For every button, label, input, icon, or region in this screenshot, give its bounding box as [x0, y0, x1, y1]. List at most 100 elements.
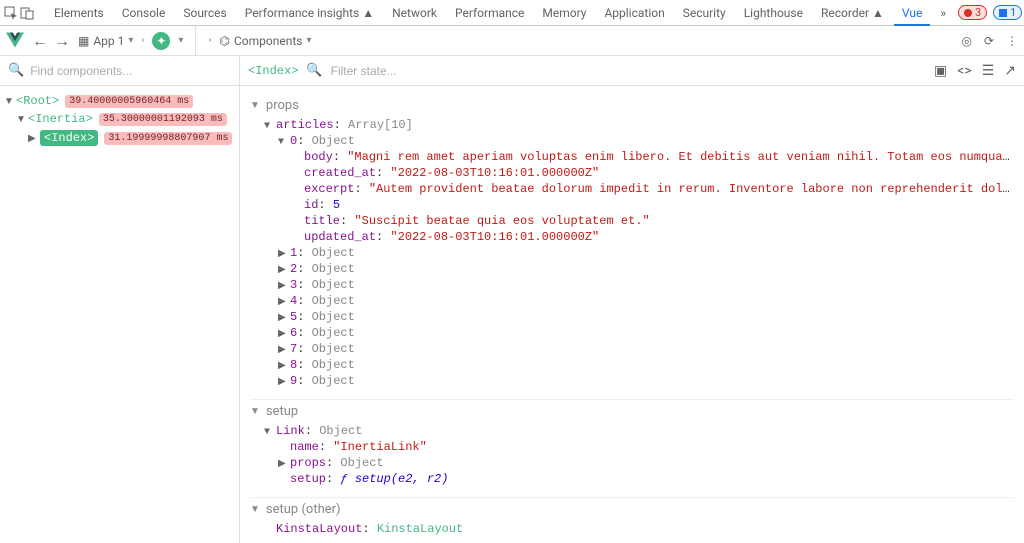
array-item[interactable]: ▶8: Object — [250, 357, 1014, 373]
scroll-to-icon[interactable]: ▣ — [934, 63, 947, 79]
array-item[interactable]: ▶4: Object — [250, 293, 1014, 309]
setup-body: ▼Link: Object name: "InertiaLink" ▶props… — [250, 423, 1014, 487]
array-item[interactable]: ▶2: Object — [250, 261, 1014, 277]
prop-articles[interactable]: ▼articles: Array[10] — [250, 117, 1014, 133]
field-props[interactable]: ▶props: Object — [250, 455, 1014, 471]
device-icon[interactable] — [20, 5, 34, 21]
field-setup[interactable]: setup: ƒ setup(e2, r2) — [250, 471, 1014, 487]
section-label: props — [266, 98, 299, 113]
section-label: setup — [266, 404, 298, 419]
section-setup[interactable]: ▼ setup — [250, 399, 1014, 423]
code-icon[interactable]: <> — [957, 63, 971, 79]
forward-icon[interactable]: → — [54, 31, 70, 51]
field-created-at[interactable]: created_at: "2022-08-03T10:16:01.000000Z… — [250, 165, 1014, 181]
expand-arrow-icon[interactable]: ▼ — [4, 96, 14, 107]
inspector-compass-icon[interactable]: ✦ — [152, 32, 170, 50]
back-icon[interactable]: ← — [32, 31, 48, 51]
breadcrumb-sep: › — [208, 35, 211, 46]
field-excerpt[interactable]: excerpt: "Autem provident beatae dolorum… — [250, 181, 1014, 197]
more-icon[interactable]: ⋮ — [1006, 34, 1018, 48]
filter-state-box: <Index> 🔍 ▣ <> ☰ ↗ — [240, 56, 1024, 85]
component-name: <Index> — [40, 130, 98, 146]
tab-vue[interactable]: Vue — [894, 0, 930, 26]
field-title[interactable]: title: "Suscipit beatae quia eos volupta… — [250, 213, 1014, 229]
vue-logo-icon — [6, 32, 24, 50]
tab-application[interactable]: Application — [596, 0, 672, 26]
setup-link[interactable]: ▼Link: Object — [250, 423, 1014, 439]
selected-path: <Index> — [248, 64, 298, 78]
tab-performance[interactable]: Performance — [447, 0, 532, 26]
collapse-arrow-icon[interactable]: ▼ — [250, 504, 260, 515]
tree-inertia[interactable]: ▼ <Inertia> 35.30000001192093 ms — [4, 110, 235, 128]
vue-toolbar: ← → ▦ App 1 ▾ › ✦ ▾ › ⌬ Components ▾ ◎ ⟳… — [0, 26, 1024, 56]
array-item-0[interactable]: ▼0: Object — [250, 133, 1014, 149]
timing-badge: 31.19999998807907 ms — [104, 132, 232, 145]
field-updated-at[interactable]: updated_at: "2022-08-03T10:16:01.000000Z… — [250, 229, 1014, 245]
breadcrumb-sep: › — [141, 35, 144, 46]
chevron-down-icon: ▾ — [306, 35, 311, 46]
array-item[interactable]: ▶7: Object — [250, 341, 1014, 357]
inspect-icon[interactable] — [4, 5, 18, 21]
array-item[interactable]: ▶9: Object — [250, 373, 1014, 389]
section-setup-other[interactable]: ▼ setup (other) — [250, 497, 1014, 521]
app-selector[interactable]: ▦ App 1 ▾ — [78, 34, 133, 48]
section-props[interactable]: ▼ props — [250, 94, 1014, 117]
search-icon: 🔍 — [8, 63, 24, 78]
search-icon: 🔍 — [306, 63, 322, 78]
list-icon[interactable]: ☰ — [982, 63, 995, 79]
collapse-arrow-icon[interactable]: ▼ — [250, 406, 260, 417]
tab-network[interactable]: Network — [384, 0, 445, 26]
array-item[interactable]: ▶1: Object — [250, 245, 1014, 261]
expand-arrow-icon[interactable]: ▶ — [28, 133, 38, 144]
component-tree-pane: ▼ <Root> 39.40000005960464 ms ▼ <Inertia… — [0, 86, 240, 543]
filter-state-input[interactable] — [331, 64, 926, 78]
component-name: <Inertia> — [28, 112, 93, 126]
field-body[interactable]: body: "Magni rem amet aperiam voluptas e… — [250, 149, 1014, 165]
divider — [195, 26, 196, 56]
component-tree: ▼ <Root> 39.40000005960464 ms ▼ <Inertia… — [0, 86, 239, 154]
refresh-icon[interactable]: ⟳ — [984, 34, 994, 48]
expand-arrow-icon[interactable]: ▼ — [16, 114, 26, 125]
inspector-label: Components — [234, 34, 303, 48]
tab-sources[interactable]: Sources — [175, 0, 234, 26]
props-body: ▼articles: Array[10] ▼0: Object body: "M… — [250, 117, 1014, 389]
devtools-tabbar: Elements Console Sources Performance ins… — [0, 0, 1024, 26]
search-row: 🔍 <Index> 🔍 ▣ <> ☰ ↗ — [0, 56, 1024, 86]
section-label: setup (other) — [266, 502, 341, 517]
tab-lighthouse[interactable]: Lighthouse — [736, 0, 811, 26]
array-item[interactable]: ▶5: Object — [250, 309, 1014, 325]
tab-elements[interactable]: Elements — [46, 0, 112, 26]
tree-root[interactable]: ▼ <Root> 39.40000005960464 ms — [4, 92, 235, 110]
find-components-input[interactable] — [30, 64, 231, 78]
target-icon[interactable]: ◎ — [961, 34, 971, 48]
app-label: App 1 — [93, 34, 124, 48]
chevron-down-icon[interactable]: ▾ — [178, 35, 183, 46]
tab-recorder[interactable]: Recorder ▲ — [813, 0, 892, 26]
timing-badge: 35.30000001192093 ms — [99, 113, 227, 126]
app-icon: ▦ — [78, 34, 89, 48]
collapse-arrow-icon[interactable]: ▼ — [250, 100, 260, 111]
chevron-down-icon: ▾ — [128, 35, 133, 46]
setup-other-body: KinstaLayout: KinstaLayout — [250, 521, 1014, 537]
error-count-badge[interactable]: 3 — [958, 5, 987, 20]
tree-index[interactable]: ▶ <Index> 31.19999998807907 ms — [4, 128, 235, 148]
message-count-badge[interactable]: 1 — [993, 5, 1022, 20]
timing-badge: 39.40000005960464 ms — [65, 95, 193, 108]
tab-console[interactable]: Console — [114, 0, 174, 26]
tab-security[interactable]: Security — [675, 0, 734, 26]
nav-arrows: ← → — [32, 31, 70, 51]
tab-memory[interactable]: Memory — [534, 0, 594, 26]
components-icon: ⌬ — [219, 34, 229, 48]
component-name: <Root> — [16, 94, 59, 108]
field-kinsta-layout[interactable]: KinstaLayout: KinstaLayout — [250, 521, 1014, 537]
array-item[interactable]: ▶3: Object — [250, 277, 1014, 293]
field-name[interactable]: name: "InertiaLink" — [250, 439, 1014, 455]
find-components-box: 🔍 — [0, 56, 240, 85]
array-item[interactable]: ▶6: Object — [250, 325, 1014, 341]
inspector-selector[interactable]: ⌬ Components ▾ — [219, 34, 311, 48]
open-icon[interactable]: ↗ — [1004, 63, 1016, 79]
tabs-overflow[interactable]: » — [932, 0, 954, 26]
tab-perf-insights[interactable]: Performance insights ▲ — [237, 0, 382, 26]
field-id[interactable]: id: 5 — [250, 197, 1014, 213]
main-split: ▼ <Root> 39.40000005960464 ms ▼ <Inertia… — [0, 86, 1024, 543]
